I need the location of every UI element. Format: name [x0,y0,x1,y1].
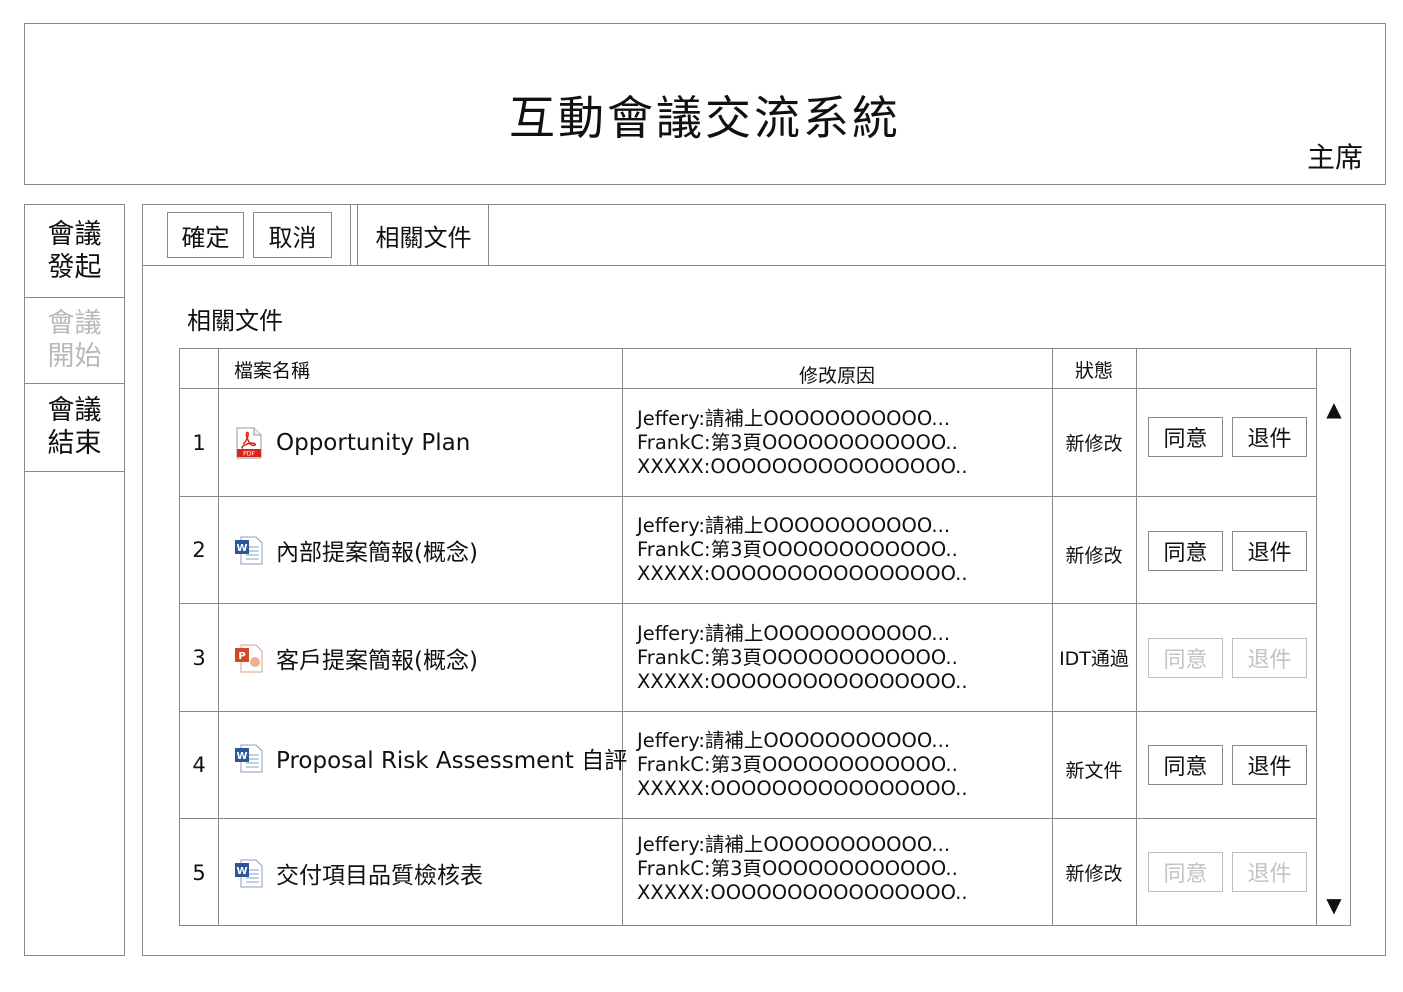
reason-line: XXXXX:OOOOOOOOOOOOOOOO.. [637,881,968,904]
file-name: 內部提案簡報(概念) [276,540,478,566]
documents-table: 檔案名稱 修改原因 狀態 1 PDF Opportunity Plan Jeff… [179,348,1351,926]
powerpoint-icon: P [235,644,263,672]
main-panel: 確定 取消 相關文件 相關文件 檔案名稱 修改原因 狀態 1 PDF Oppor… [142,204,1386,956]
return-button[interactable]: 退件 [1232,745,1307,785]
return-button[interactable]: 退件 [1232,417,1307,457]
column-header-file-name: 檔案名稱 [234,359,311,382]
toolbar-divider [350,205,351,265]
row-index: 3 [192,645,206,670]
column-divider [1136,349,1137,925]
reason-line: Jeffery:請補上OOOOOOOOOOO... [637,729,951,752]
reason-cell: Jeffery:請補上OOOOOOOOOOO... FrankC:第3頁OOOO… [637,819,968,919]
sidebar-item-label: 會議發起 [47,219,102,283]
svg-text:P: P [238,651,245,662]
reason-line: FrankC:第3頁OOOOOOOOOOOO.. [637,538,958,561]
reason-line: XXXXX:OOOOOOOOOOOOOOOO.. [637,562,968,585]
status-label: 新修改 [1065,863,1123,885]
pdf-icon: PDF [236,427,262,458]
agree-button[interactable]: 同意 [1148,417,1223,457]
file-name-cell[interactable]: PDF Opportunity Plan [234,389,470,496]
svg-text:W: W [236,866,247,877]
sidebar-item-label: 會議結束 [47,395,102,459]
word-icon: W [235,744,263,773]
reason-line: Jeffery:請補上OOOOOOOOOOO... [637,514,951,537]
scrollbar-divider [1316,349,1317,925]
reason-line: FrankC:第3頁OOOOOOOOOOOO.. [637,645,958,669]
role-label: 主席 [1306,141,1363,174]
status-label: 新修改 [1065,544,1123,567]
file-name-cell[interactable]: W Proposal Risk Assessment 自評 [234,705,627,811]
scroll-up-icon[interactable]: ▲ [1322,399,1346,419]
reason-line: Jeffery:請補上OOOOOOOOOOO... [637,833,951,856]
sidebar: 會議發起 會議開始 會議結束 [24,204,125,956]
svg-text:W: W [236,751,247,762]
reason-cell: Jeffery:請補上OOOOOOOOOOO... FrankC:第3頁OOOO… [637,604,968,711]
reason-line: FrankC:第3頁OOOOOOOOOOOO.. [637,753,958,776]
row-index: 5 [192,860,206,885]
reason-line: XXXXX:OOOOOOOOOOOOOOOO.. [637,669,968,693]
cancel-button[interactable]: 取消 [253,212,332,258]
file-name-cell[interactable]: W 內部提案簡報(概念) [234,497,478,603]
reason-line: FrankC:第3頁OOOOOOOOOOOO.. [637,430,958,454]
toolbar-divider [357,205,358,265]
status-label: IDT通過 [1059,648,1129,670]
agree-button[interactable]: 同意 [1148,745,1223,785]
sidebar-item-label: 會議開始 [47,308,102,372]
reason-line: Jeffery:請補上OOOOOOOOOOO... [637,621,951,645]
column-divider [622,349,623,925]
app-header: 互動會議交流系統 主席 [24,23,1386,185]
reason-cell: Jeffery:請補上OOOOOOOOOOO... FrankC:第3頁OOOO… [637,389,968,496]
toolbar: 確定 取消 相關文件 [143,205,1385,266]
reason-line: XXXXX:OOOOOOOOOOOOOOOO.. [637,777,968,800]
sidebar-item-end-meeting[interactable]: 會議結束 [25,383,124,472]
file-name: Opportunity Plan [276,429,471,456]
reason-cell: Jeffery:請補上OOOOOOOOOOO... FrankC:第3頁OOOO… [637,497,968,603]
word-icon: W [235,859,263,887]
confirm-button[interactable]: 確定 [167,212,244,258]
file-name: 交付項目品質檢核表 [276,862,483,889]
row-index: 1 [192,430,206,455]
file-name-cell[interactable]: W 交付項目品質檢核表 [234,819,483,926]
svg-text:W: W [236,543,247,554]
app-title: 互動會議交流系統 [509,91,901,145]
column-header-reason: 修改原因 [798,364,875,387]
column-divider [218,349,219,925]
file-name: 客戶提案簡報(概念) [276,647,478,674]
tab-related-documents[interactable]: 相關文件 [359,205,489,265]
file-name: Proposal Risk Assessment 自評 [276,748,628,774]
return-button: 退件 [1232,852,1307,892]
column-header-status: 狀態 [1074,359,1113,382]
status-label: 新修改 [1065,433,1123,455]
row-index: 2 [192,538,206,562]
row-index: 4 [192,753,206,777]
return-button: 退件 [1232,638,1307,678]
reason-line: XXXXX:OOOOOOOOOOOOOOOO.. [637,454,968,478]
reason-line: Jeffery:請補上OOOOOOOOOOO... [637,406,951,430]
word-icon: W [235,536,263,565]
svg-text:PDF: PDF [243,450,255,457]
reason-line: FrankC:第3頁OOOOOOOOOOOO.. [637,857,958,880]
section-title: 相關文件 [187,307,283,335]
agree-button: 同意 [1148,638,1223,678]
sidebar-item-initiate-meeting[interactable]: 會議發起 [25,205,124,298]
sidebar-item-start-meeting: 會議開始 [25,297,124,384]
agree-button: 同意 [1148,852,1223,892]
return-button[interactable]: 退件 [1232,531,1307,571]
scroll-down-icon[interactable]: ▼ [1322,895,1346,915]
agree-button[interactable]: 同意 [1148,531,1223,571]
reason-cell: Jeffery:請補上OOOOOOOOOOO... FrankC:第3頁OOOO… [637,712,968,818]
status-label: 新文件 [1065,759,1123,782]
file-name-cell[interactable]: P 客戶提案簡報(概念) [234,604,478,711]
